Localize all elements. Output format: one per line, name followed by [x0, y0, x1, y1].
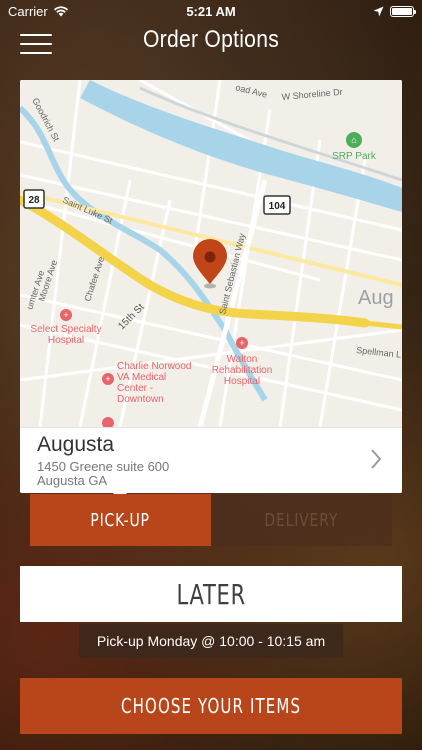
route-104-shield: 104 — [269, 201, 286, 212]
map-label-augusta-city: Aug — [358, 287, 394, 309]
later-label: LATER — [176, 577, 246, 611]
location-address-line2: Augusta GA — [37, 473, 108, 488]
choose-items-button[interactable]: CHOOSE YOUR ITEMS — [20, 678, 402, 734]
route-28-shield: 28 — [28, 195, 40, 206]
location-address-line1: 1450 Greene suite 600 — [37, 459, 170, 474]
map-label-walton-3: Hospital — [224, 376, 260, 387]
battery-icon — [390, 5, 416, 17]
pickup-time-label: Pick-up Monday @ 10:00 - 10:15 am — [79, 624, 343, 658]
nav-bar: Order Options — [0, 22, 422, 64]
pickup-label: PICK-UP — [90, 509, 151, 531]
chevron-right-icon — [371, 449, 382, 469]
map-label-srp-park: SRP Park — [332, 151, 377, 162]
pickup-button[interactable]: PICK-UP — [30, 494, 211, 546]
delivery-label: DELIVERY — [264, 509, 339, 531]
map-label-charlie-norwood-4: Downtown — [117, 394, 164, 405]
map-label-charlie-norwood-3: Center - — [117, 383, 153, 394]
later-button[interactable]: LATER — [20, 566, 402, 622]
svg-text:+: + — [239, 338, 244, 348]
map-view[interactable]: ⌂ SRP Park 28 104 Goodrich St oad Ave W … — [20, 80, 402, 427]
selected-location-row[interactable]: Augusta 1450 Greene suite 600 Augusta GA — [20, 427, 402, 493]
map-label-charlie-norwood-2: VA Medical — [117, 372, 166, 383]
status-bar: Carrier 5:21 AM — [0, 0, 422, 22]
svg-text:+: + — [105, 374, 110, 384]
location-name: Augusta — [37, 433, 115, 456]
location-card: ⌂ SRP Park 28 104 Goodrich St oad Ave W … — [20, 80, 402, 493]
map-label-walton-2: Rehabilitation — [212, 365, 273, 376]
map-label-walton-1: Walton — [227, 354, 258, 365]
map-label-select-specialty-1: Select Specialty — [30, 324, 101, 335]
battery-fill — [392, 7, 412, 15]
map-label-select-specialty-2: Hospital — [48, 335, 84, 346]
status-time: 5:21 AM — [186, 3, 236, 19]
map-label-charlie-norwood-1: Charlie Norwood — [117, 361, 191, 372]
page-title: Order Options — [142, 26, 280, 53]
choose-items-label: CHOOSE YOUR ITEMS — [120, 694, 302, 718]
svg-text:+: + — [63, 310, 68, 320]
order-mode-toggle: PICK-UP DELIVERY — [30, 494, 392, 546]
map-svg: ⌂ SRP Park 28 104 Goodrich St oad Ave W … — [20, 80, 402, 427]
svg-text:⌂: ⌂ — [351, 135, 356, 145]
delivery-button[interactable]: DELIVERY — [211, 494, 392, 546]
